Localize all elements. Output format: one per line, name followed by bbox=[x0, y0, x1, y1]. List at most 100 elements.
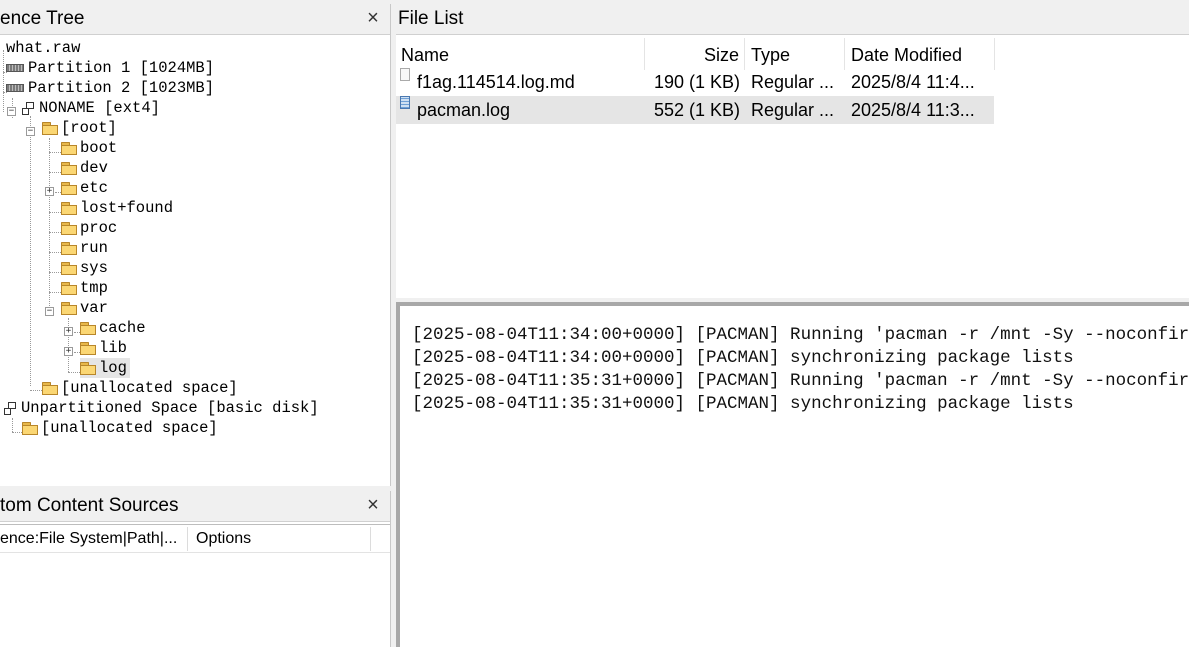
viewer-text-line: [2025-08-04T11:34:00+0000] [PACMAN] Runn… bbox=[412, 325, 1189, 345]
volume-icon bbox=[4, 401, 16, 415]
tree-node-label: what.raw bbox=[6, 39, 81, 57]
tree-node-lost-found[interactable]: lost+found bbox=[61, 198, 173, 218]
noname-expander-icon[interactable]: − bbox=[7, 107, 16, 116]
evidence-tree[interactable]: − − + − + + what.raw Partition 1 [1024MB… bbox=[0, 38, 390, 486]
folder-icon bbox=[61, 162, 77, 175]
tree-node-label: lost+found bbox=[80, 199, 174, 217]
tree-node-label: Partition 1 [1024MB] bbox=[28, 59, 215, 77]
folder-icon bbox=[42, 382, 58, 395]
tree-node-run[interactable]: run bbox=[61, 238, 108, 258]
evidence-tree-header: ence Tree × bbox=[0, 4, 390, 35]
folder-icon bbox=[61, 242, 77, 255]
tree-node-label: lib bbox=[99, 339, 127, 357]
viewer-text-line: [2025-08-04T11:35:31+0000] [PACMAN] sync… bbox=[412, 394, 1074, 414]
content-viewer-pane[interactable]: [2025-08-04T11:34:00+0000] [PACMAN] Runn… bbox=[396, 302, 1189, 647]
volume-icon bbox=[22, 101, 34, 115]
tree-node-var[interactable]: var bbox=[61, 298, 108, 318]
etc-expander-icon[interactable]: + bbox=[45, 187, 54, 196]
file-list-pane: File List Name Size Type Date Modified f… bbox=[396, 4, 1189, 298]
tree-node-cache[interactable]: cache bbox=[80, 318, 146, 338]
tree-node-label: tmp bbox=[80, 279, 108, 297]
viewer-text-line: [2025-08-04T11:35:31+0000] [PACMAN] Runn… bbox=[412, 371, 1189, 391]
tree-node-label: NONAME [ext4] bbox=[39, 99, 160, 117]
custom-content-sources-header: tom Content Sources × bbox=[0, 491, 390, 522]
var-expander-icon[interactable]: − bbox=[45, 307, 54, 316]
tree-node-label: var bbox=[80, 299, 108, 317]
folder-icon bbox=[61, 202, 77, 215]
custom-content-sources-pane: tom Content Sources × ence:File System|P… bbox=[0, 491, 391, 647]
tree-node-label: dev bbox=[80, 159, 108, 177]
folder-icon bbox=[80, 342, 96, 355]
partition-icon bbox=[6, 64, 24, 72]
file-list-title: File List bbox=[398, 8, 464, 29]
tree-node-label: [unallocated space] bbox=[61, 379, 238, 397]
tree-node-partition-1[interactable]: Partition 1 [1024MB] bbox=[6, 58, 214, 78]
file-type: Regular ... bbox=[751, 100, 835, 120]
tree-node-label: sys bbox=[80, 259, 108, 277]
file-name: f1ag.114514.log.md bbox=[417, 72, 575, 92]
log-file-icon bbox=[400, 96, 410, 109]
file-list-column-headers: Name Size Type Date Modified bbox=[396, 40, 994, 70]
file-size: 190 (1 KB) bbox=[653, 72, 740, 92]
folder-icon bbox=[61, 282, 77, 295]
tree-node-boot[interactable]: boot bbox=[61, 138, 117, 158]
file-type: Regular ... bbox=[751, 72, 835, 92]
evidence-tree-pane: ence Tree × − − + − + + what.raw Partiti… bbox=[0, 4, 391, 486]
file-date-modified: 2025/8/4 11:4... bbox=[851, 72, 975, 92]
tree-node-noname[interactable]: NONAME [ext4] bbox=[22, 98, 160, 118]
folder-icon bbox=[61, 182, 77, 195]
tree-node-label: Unpartitioned Space [basic disk] bbox=[21, 399, 319, 417]
column-header-name[interactable]: Name bbox=[401, 40, 449, 70]
tree-node-label: [unallocated space] bbox=[41, 419, 218, 437]
tree-node-lib[interactable]: lib bbox=[80, 338, 127, 358]
tree-node-label: run bbox=[80, 239, 108, 257]
folder-icon bbox=[80, 322, 96, 335]
tree-node-etc[interactable]: etc bbox=[61, 178, 108, 198]
evidence-tree-close-icon[interactable]: × bbox=[362, 7, 384, 29]
folder-icon bbox=[61, 222, 77, 235]
tree-node-log[interactable]: log bbox=[80, 358, 130, 378]
column-header-options[interactable]: Options bbox=[196, 526, 251, 552]
viewer-text-line: [2025-08-04T11:34:00+0000] [PACMAN] sync… bbox=[412, 348, 1074, 368]
tree-node-label: boot bbox=[80, 139, 118, 157]
tree-node-root[interactable]: [root] bbox=[42, 118, 117, 138]
tree-node-unpartitioned-space[interactable]: Unpartitioned Space [basic disk] bbox=[4, 398, 319, 418]
tree-node-what-raw[interactable]: what.raw bbox=[6, 38, 80, 58]
root-expander-icon[interactable]: − bbox=[26, 127, 35, 136]
tree-node-partition-2[interactable]: Partition 2 [1023MB] bbox=[6, 78, 214, 98]
partition-icon bbox=[6, 84, 24, 92]
tree-node-unallocated-space-2[interactable]: [unallocated space] bbox=[22, 418, 218, 438]
tree-node-label: proc bbox=[80, 219, 118, 237]
tree-node-label: Partition 2 [1023MB] bbox=[28, 79, 215, 97]
lib-expander-icon[interactable]: + bbox=[64, 347, 73, 356]
file-list-row[interactable]: f1ag.114514.log.md 190 (1 KB) Regular ..… bbox=[396, 68, 994, 96]
tree-node-dev[interactable]: dev bbox=[61, 158, 108, 178]
tree-node-tmp[interactable]: tmp bbox=[61, 278, 108, 298]
column-header-size[interactable]: Size bbox=[704, 40, 739, 70]
column-header-type[interactable]: Type bbox=[751, 40, 790, 70]
column-header-date-modified[interactable]: Date Modified bbox=[851, 40, 962, 70]
cache-expander-icon[interactable]: + bbox=[64, 327, 73, 336]
tree-node-label: etc bbox=[80, 179, 108, 197]
folder-icon bbox=[61, 302, 77, 315]
tree-node-label: cache bbox=[99, 319, 146, 337]
file-list-row-selected[interactable]: pacman.log 552 (1 KB) Regular ... 2025/8… bbox=[396, 96, 994, 124]
text-file-icon bbox=[400, 68, 410, 81]
folder-icon bbox=[22, 422, 38, 435]
tree-node-sys[interactable]: sys bbox=[61, 258, 108, 278]
tree-node-label: log bbox=[99, 359, 127, 377]
tree-node-label: [root] bbox=[61, 119, 117, 137]
column-header-evidence-path[interactable]: ence:File System|Path|... bbox=[0, 526, 177, 552]
folder-icon bbox=[61, 142, 77, 155]
evidence-tree-title: ence Tree bbox=[0, 8, 85, 29]
custom-content-sources-close-icon[interactable]: × bbox=[362, 494, 384, 516]
custom-sources-column-headers: ence:File System|Path|... Options bbox=[0, 526, 390, 553]
file-list-header: File List bbox=[396, 4, 1189, 35]
tree-node-proc[interactable]: proc bbox=[61, 218, 117, 238]
file-date-modified: 2025/8/4 11:3... bbox=[851, 100, 975, 120]
custom-content-sources-title: tom Content Sources bbox=[0, 495, 179, 516]
tree-node-unallocated-space[interactable]: [unallocated space] bbox=[42, 378, 238, 398]
file-name: pacman.log bbox=[417, 100, 511, 120]
folder-icon bbox=[80, 362, 96, 375]
folder-icon bbox=[61, 262, 77, 275]
